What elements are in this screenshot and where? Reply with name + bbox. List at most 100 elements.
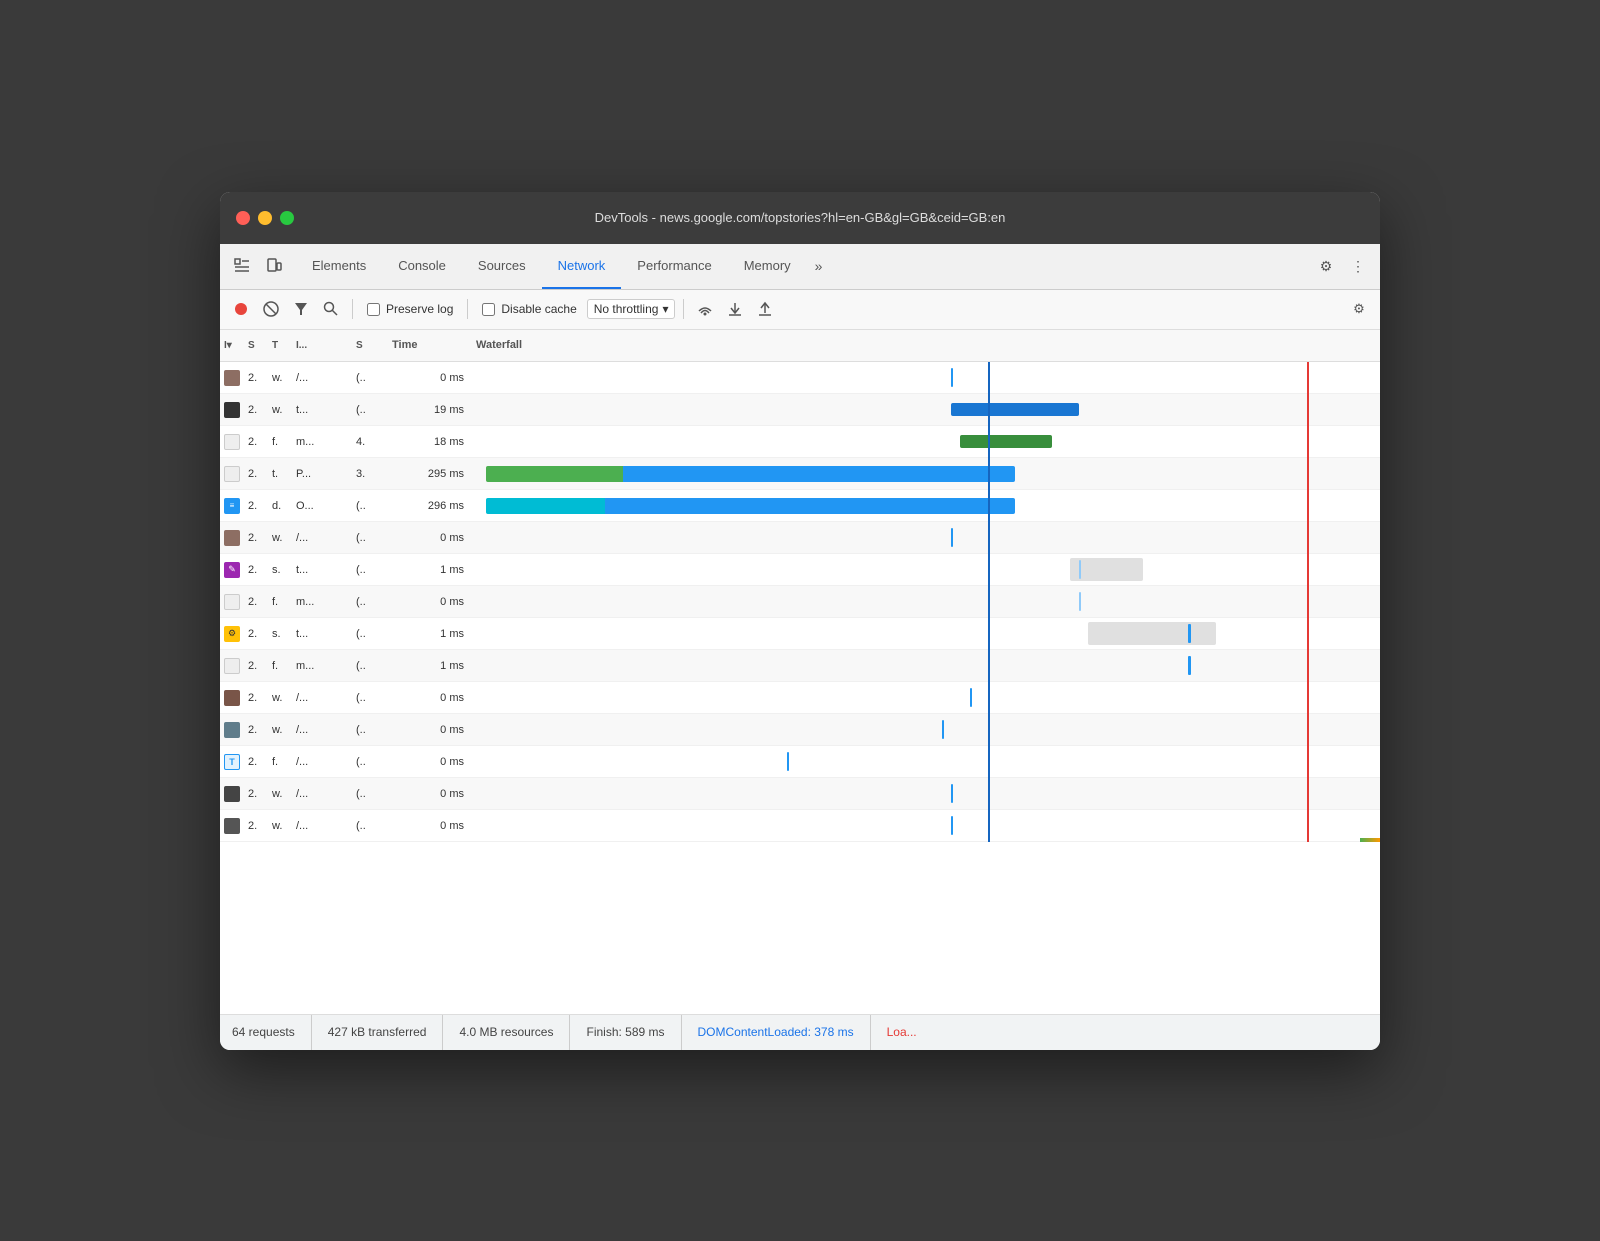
cell-time: 1 ms <box>388 628 468 640</box>
close-button[interactable] <box>236 211 250 225</box>
cell-size: (.. <box>352 596 388 608</box>
tab-console[interactable]: Console <box>382 243 462 289</box>
cell-type: s. <box>268 628 292 640</box>
cell-icon <box>220 722 244 738</box>
cell-icon <box>220 658 244 674</box>
preserve-log-checkbox[interactable] <box>367 303 380 316</box>
cell-size: (.. <box>352 500 388 512</box>
table-row[interactable]: 2. w. /... (.. 0 ms <box>220 522 1380 554</box>
tab-sources[interactable]: Sources <box>462 243 542 289</box>
record-button[interactable] <box>228 296 254 322</box>
filter-button[interactable] <box>288 296 314 322</box>
col-header-waterfall: Waterfall <box>468 339 1380 351</box>
inspect-element-button[interactable] <box>228 252 256 280</box>
cell-initiator: t... <box>292 628 352 640</box>
preserve-log-label[interactable]: Preserve log <box>386 302 453 316</box>
devtools-settings-button[interactable]: ⚙ <box>1312 252 1340 280</box>
table-row[interactable]: 2. f. m... 4. 18 ms <box>220 426 1380 458</box>
cell-status: 2. <box>244 724 268 736</box>
cell-time: 1 ms <box>388 564 468 576</box>
table-row[interactable]: 2. w. /... (.. 0 ms <box>220 778 1380 810</box>
cell-type: w. <box>268 372 292 384</box>
tab-elements[interactable]: Elements <box>296 243 382 289</box>
table-row[interactable]: 2. w. /... (.. 0 ms <box>220 810 1380 842</box>
window-title: DevTools - news.google.com/topstories?hl… <box>595 210 1006 225</box>
table-row[interactable]: 2. w. /... (.. 0 ms <box>220 682 1380 714</box>
cell-size: (.. <box>352 660 388 672</box>
cell-size: 4. <box>352 436 388 448</box>
cell-waterfall <box>468 394 1380 426</box>
tab-network[interactable]: Network <box>542 243 622 289</box>
cell-waterfall <box>468 586 1380 618</box>
devtools-icons <box>228 252 288 280</box>
cell-size: (.. <box>352 372 388 384</box>
cell-type: f. <box>268 756 292 768</box>
column-headers: I▾ S T I... S Time Waterfall <box>220 330 1380 362</box>
cell-waterfall <box>468 458 1380 490</box>
table-row[interactable]: ≡ 2. d. O... (.. 296 ms <box>220 490 1380 522</box>
disable-cache-group: Disable cache <box>482 302 576 316</box>
cell-icon: ≡ <box>220 498 244 514</box>
preserve-log-group: Preserve log <box>367 302 453 316</box>
cell-type: d. <box>268 500 292 512</box>
cell-time: 0 ms <box>388 756 468 768</box>
cell-status: 2. <box>244 788 268 800</box>
disable-cache-checkbox[interactable] <box>482 303 495 316</box>
export-har-button[interactable] <box>752 296 778 322</box>
cell-status: 2. <box>244 628 268 640</box>
col-header-time[interactable]: Time <box>388 339 468 351</box>
maximize-button[interactable] <box>280 211 294 225</box>
table-row[interactable]: ✎ 2. s. t... (.. 1 ms <box>220 554 1380 586</box>
table-row[interactable]: 2. w. t... (.. 19 ms <box>220 394 1380 426</box>
cell-size: (.. <box>352 532 388 544</box>
cell-time: 0 ms <box>388 724 468 736</box>
col-header-status[interactable]: S <box>244 340 268 351</box>
network-conditions-button[interactable] <box>692 296 718 322</box>
cell-initiator: /... <box>292 820 352 832</box>
disable-cache-label[interactable]: Disable cache <box>501 302 576 316</box>
cell-size: (.. <box>352 724 388 736</box>
table-row[interactable]: 2. w. /... (.. 0 ms <box>220 714 1380 746</box>
cell-status: 2. <box>244 820 268 832</box>
devtools-menu-button[interactable]: ⋮ <box>1344 252 1372 280</box>
import-har-button[interactable] <box>722 296 748 322</box>
col-header-initiator[interactable]: I... <box>292 340 352 351</box>
cell-initiator: t... <box>292 404 352 416</box>
cell-size: 3. <box>352 468 388 480</box>
cell-initiator: /... <box>292 724 352 736</box>
minimize-button[interactable] <box>258 211 272 225</box>
throttle-select[interactable]: No throttling ▾ <box>587 299 676 319</box>
device-toolbar-button[interactable] <box>260 252 288 280</box>
cell-waterfall <box>468 746 1380 778</box>
table-row[interactable]: 2. w. /... (.. 0 ms <box>220 362 1380 394</box>
cell-status: 2. <box>244 756 268 768</box>
cell-icon <box>220 466 244 482</box>
table-row[interactable]: ⚙ 2. s. t... (.. 1 ms <box>220 618 1380 650</box>
cell-time: 0 ms <box>388 788 468 800</box>
table-row[interactable]: 2. f. m... (.. 1 ms <box>220 650 1380 682</box>
more-tabs-button[interactable]: » <box>807 250 831 282</box>
col-header-size[interactable]: S <box>352 340 388 351</box>
tab-performance[interactable]: Performance <box>621 243 727 289</box>
cell-status: 2. <box>244 564 268 576</box>
table-row[interactable]: 2. t. P... 3. 295 ms <box>220 458 1380 490</box>
cell-status: 2. <box>244 436 268 448</box>
cell-waterfall <box>468 362 1380 394</box>
cell-size: (.. <box>352 692 388 704</box>
cell-size: (.. <box>352 404 388 416</box>
tab-memory[interactable]: Memory <box>728 243 807 289</box>
tabs-bar: Elements Console Sources Network Perform… <box>220 244 1380 290</box>
search-button[interactable] <box>318 296 344 322</box>
table-row[interactable]: 2. f. m... (.. 0 ms <box>220 586 1380 618</box>
cell-status: 2. <box>244 404 268 416</box>
cell-icon: ⚙ <box>220 626 244 642</box>
table-row[interactable]: T 2. f. /... (.. 0 ms <box>220 746 1380 778</box>
traffic-lights <box>236 211 294 225</box>
network-settings-button[interactable]: ⚙ <box>1346 296 1372 322</box>
clear-button[interactable] <box>258 296 284 322</box>
network-rows-container[interactable]: 2. w. /... (.. 0 ms 2. w. t... (.. 19 ms <box>220 362 1380 1014</box>
col-header-type[interactable]: T <box>268 340 292 351</box>
cell-waterfall <box>468 522 1380 554</box>
cell-waterfall <box>468 682 1380 714</box>
cell-status: 2. <box>244 596 268 608</box>
